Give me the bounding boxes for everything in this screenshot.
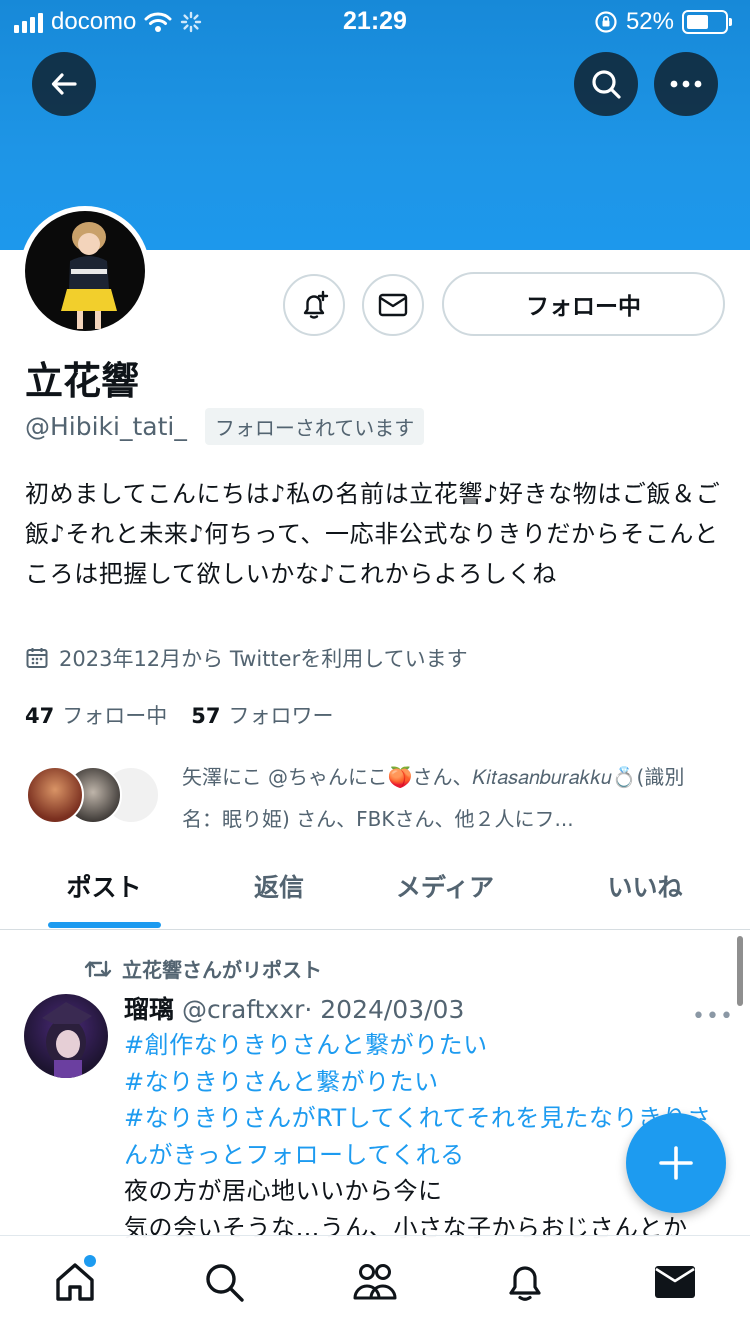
following-count: 47 [25,704,55,728]
followers-label: フォロワー [228,704,334,728]
battery-icon [682,10,732,34]
bottom-navigation [0,1235,750,1334]
post-header: 瑠璃 @craftxxr· 2024/03/03 [124,990,464,1026]
follow-counts: 47 フォロー中 57 フォロワー [25,700,333,730]
rotation-lock-icon [595,11,617,33]
followed-by-avatars[interactable] [26,766,166,824]
messages-icon [655,1266,695,1298]
follows-you-badge: フォローされています [204,408,425,445]
tab-replies[interactable]: 返信 [200,842,358,930]
joined-text: 2023年12月から Twitterを利用しています [59,647,468,671]
avatar [26,766,84,824]
scrollbar[interactable] [737,936,743,1006]
active-tab-indicator [48,922,161,928]
post-author-name[interactable]: 瑠璃 [124,995,174,1024]
hashtag-link[interactable]: #創作なりきりさんと繋がりたい [124,1027,734,1064]
communities-icon [353,1264,397,1300]
following-count-link[interactable]: 47 フォロー中 [25,700,167,730]
search-button[interactable] [574,52,638,116]
followers-count: 57 [191,704,221,728]
user-handle: @Hibiki_tati_ [25,412,187,441]
post-more-button[interactable]: ••• [692,1004,734,1029]
search-icon [592,70,621,99]
display-name: 立花響 [25,359,140,403]
status-bar: docomo 21:29 52% [0,0,750,44]
arrow-left-icon [51,73,77,95]
followers-count-link[interactable]: 57 フォロワー [191,700,333,730]
notifications-icon [509,1266,541,1301]
more-options-button[interactable] [654,52,718,116]
joined-date: 2023年12月から Twitterを利用しています [25,643,468,673]
profile-tabs: ポスト 返信 メディア いいね [0,842,750,930]
tab-likes[interactable]: いいね [566,842,724,930]
followed-by-text[interactable]: 矢澤にこ @ちゃんにこ🍑さん、𝐾𝑖𝑡𝑎𝑠𝑎𝑛𝑏𝑢𝑟𝑎𝑘𝑘𝑢💍(識別名：眠り姫) … [182,756,722,840]
repost-icon [84,960,112,977]
following-button[interactable]: フォロー中 [442,272,725,336]
following-label: フォロー中 [62,704,168,728]
post-author-handle[interactable]: @craftxxr [182,995,304,1024]
post-date: · 2024/03/03 [304,995,465,1024]
nav-home[interactable] [45,1252,105,1312]
repost-label: 立花響さんがリポスト [122,958,322,982]
bell-plus-icon [303,290,329,319]
profile-avatar[interactable] [20,206,150,336]
handle-row: @Hibiki_tati_ フォローされています [25,408,425,445]
notify-button[interactable] [283,274,345,336]
back-button[interactable] [32,52,96,116]
envelope-icon [378,293,408,317]
repost-context[interactable]: 立花響さんがリポスト [84,954,322,983]
calendar-icon [26,648,48,668]
nav-notifications[interactable] [495,1252,555,1312]
compose-button[interactable] [626,1113,726,1213]
battery-percent: 52% [625,8,674,35]
nav-communities[interactable] [345,1252,405,1312]
more-icon [670,80,702,88]
plus-icon [659,1146,693,1180]
post-author-avatar[interactable] [24,994,108,1078]
avatar-image [25,211,145,331]
hashtag-link[interactable]: #なりきりさんと繋がりたい [124,1064,734,1101]
tab-posts[interactable]: ポスト [24,842,184,930]
search-icon [206,1264,244,1302]
nav-search[interactable] [194,1252,254,1312]
message-button[interactable] [362,274,424,336]
profile-bio: 初めましてこんにちは♪私の名前は立花響♪好きな物はご飯＆ご飯♪それと未来♪何ちっ… [25,480,721,588]
nav-messages[interactable] [645,1252,705,1312]
home-unread-dot [84,1255,96,1267]
tab-media[interactable]: メディア [366,842,524,930]
